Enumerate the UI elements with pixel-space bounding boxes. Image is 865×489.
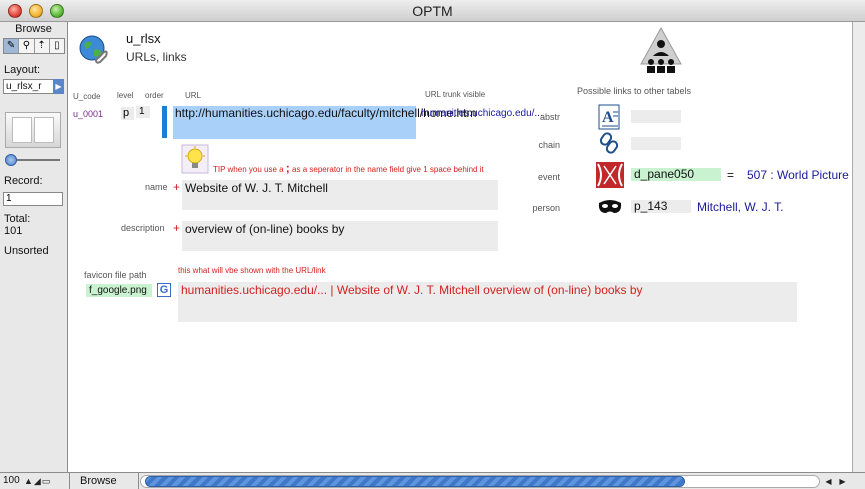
globe-link-icon xyxy=(79,35,108,64)
person-label: person xyxy=(532,203,560,213)
tip-separator-char: ; xyxy=(285,161,290,175)
u-code-header: U_code xyxy=(73,92,101,101)
favicon-path-field[interactable]: f_google.png xyxy=(86,284,152,297)
total-count: 101 xyxy=(4,225,23,237)
app-window: OPTM Browse ✎ ⚲ ⇡ ▯ Layout: u_rlsx_r ▶ R… xyxy=(0,0,865,489)
url-header: URL xyxy=(185,91,202,100)
event-theater-icon[interactable] xyxy=(596,162,624,188)
zoom-level[interactable]: 100 xyxy=(3,475,20,486)
sort-status: Unsorted xyxy=(4,245,49,257)
mask-icon[interactable] xyxy=(596,194,624,220)
bottom-bar: 100 ▲◢▭ Browse ◀ ▶ xyxy=(0,472,865,489)
mode-label: Browse xyxy=(15,23,52,35)
abstract-icon[interactable]: A xyxy=(596,104,624,130)
name-required-marker: + xyxy=(173,180,181,194)
layout-select-value: u_rlsx_r xyxy=(6,81,42,92)
description-label: description xyxy=(121,223,165,233)
url-accent-bar xyxy=(162,106,167,138)
event-label: event xyxy=(537,172,560,182)
browse-mode-icon[interactable]: ✎ xyxy=(4,39,20,53)
person-link-field[interactable]: p_143 xyxy=(631,200,691,213)
google-favicon-icon: G xyxy=(157,283,171,297)
event-link-field[interactable]: d_pane050 xyxy=(631,168,721,181)
url-trunk-header: URL trunk visible xyxy=(425,90,486,99)
tip-suffix: as a seperator in the name field give 1 … xyxy=(292,165,484,174)
description-required-marker: + xyxy=(173,221,181,235)
horizontal-scroll-thumb[interactable] xyxy=(145,476,685,487)
order-field[interactable]: 1 xyxy=(136,106,150,118)
abstr-link-field[interactable] xyxy=(631,110,681,123)
level-header: level xyxy=(117,91,134,100)
tip-prefix: TIP when you use a xyxy=(213,165,284,174)
scroll-left-arrow-icon[interactable]: ◀ xyxy=(822,475,835,488)
mode-status[interactable]: Browse xyxy=(69,473,139,489)
persons-group-icon xyxy=(640,26,682,73)
table-name: u_rlsx xyxy=(126,31,161,46)
status-toggle-icon[interactable]: ▭ xyxy=(42,476,52,486)
layout-label: Layout: xyxy=(4,64,41,76)
possible-links-title: Possible links to other tabels xyxy=(577,86,692,96)
description-field[interactable]: overview of (on-line) books by xyxy=(182,221,498,251)
name-label: name xyxy=(145,182,168,192)
svg-text:A: A xyxy=(602,109,614,126)
order-header: order xyxy=(145,91,164,100)
preview-mode-icon[interactable]: ▯ xyxy=(49,39,64,53)
chain-link-field[interactable] xyxy=(631,137,681,150)
url-field[interactable]: http://humanities.uchicago.edu/faculty/m… xyxy=(173,106,477,139)
event-equals-sign: = xyxy=(727,168,735,182)
chain-label: chain xyxy=(538,140,560,150)
window-title: OPTM xyxy=(412,3,453,19)
title-bar: OPTM xyxy=(0,0,865,22)
find-mode-icon[interactable]: ⚲ xyxy=(19,39,35,53)
zoom-controls: ▲◢▭ xyxy=(24,476,66,487)
favicon-path-label: favicon file path xyxy=(84,270,147,280)
link-display-field[interactable]: humanities.uchicago.edu/... | Website of… xyxy=(178,282,797,322)
record-label: Record: xyxy=(4,175,43,187)
name-field[interactable]: Website of W. J. T. Mitchell xyxy=(182,180,498,210)
level-field[interactable]: p xyxy=(121,107,134,120)
tip-text: TIP when you use a ; as a seperator in t… xyxy=(213,161,484,175)
zoom-out-icon[interactable]: ▲ xyxy=(24,476,34,486)
event-linked-name[interactable]: 507 : World Picture xyxy=(747,168,851,182)
dropdown-arrow-icon: ▶ xyxy=(53,79,64,94)
layout-select[interactable]: u_rlsx_r ▶ xyxy=(3,79,64,94)
book-left-page[interactable] xyxy=(12,117,32,143)
record-slider-track[interactable] xyxy=(10,159,60,161)
layout-mode-icon[interactable]: ⇡ xyxy=(34,39,50,53)
person-linked-name[interactable]: Mitchell, W. J. T. xyxy=(697,200,783,214)
scroll-right-arrow-icon[interactable]: ▶ xyxy=(836,475,849,488)
mode-toolbar: ✎ ⚲ ⇡ ▯ xyxy=(3,38,65,54)
u-code-value: u_0001 xyxy=(73,109,104,119)
record-number-input[interactable]: 1 xyxy=(3,192,63,206)
layout-content: u_rlsx URLs, links U_code level order UR… xyxy=(69,22,852,472)
zoom-in-icon[interactable]: ◢ xyxy=(34,476,42,486)
vertical-scrollbar[interactable] xyxy=(852,22,865,472)
table-subtitle: URLs, links xyxy=(126,50,187,64)
record-slider-thumb[interactable] xyxy=(5,154,17,166)
book-right-page[interactable] xyxy=(34,117,54,143)
link-display-note: this what will vbe shown with the URL/li… xyxy=(178,266,326,275)
record-book-icon[interactable] xyxy=(5,112,61,148)
status-area: Browse ✎ ⚲ ⇡ ▯ Layout: u_rlsx_r ▶ Record… xyxy=(0,22,68,472)
abstr-label: abstr xyxy=(539,112,560,122)
lightbulb-icon xyxy=(181,144,209,174)
total-label: Total: xyxy=(4,213,31,225)
chain-link-icon[interactable] xyxy=(596,130,624,156)
